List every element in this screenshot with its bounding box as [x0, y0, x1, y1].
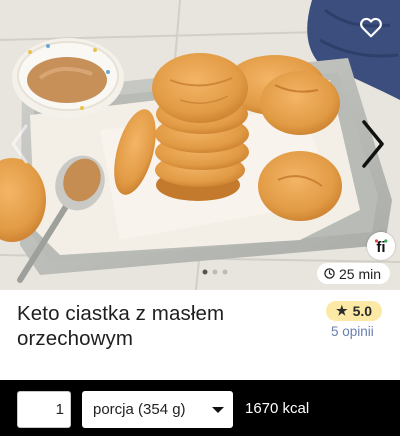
chevron-right-icon[interactable] — [358, 118, 388, 170]
recipe-title: Keto ciastka z masłem orzechowym — [17, 302, 225, 350]
rating-value: 5.0 — [352, 303, 373, 319]
prep-time-badge: 25 min — [317, 263, 391, 284]
caret-down-icon — [212, 407, 224, 413]
clock-icon — [324, 268, 335, 279]
brand-logo: fi — [367, 232, 395, 260]
cookies-photo — [0, 0, 400, 290]
rating-badge: ★ 5.0 — [326, 301, 382, 321]
reviews-link[interactable]: 5 opinii — [331, 324, 374, 339]
recipe-hero-image[interactable]: fi 25 min — [0, 0, 400, 290]
chevron-left-icon[interactable] — [8, 122, 30, 166]
calories-value: 1670 kcal — [245, 400, 310, 417]
quantity-input[interactable]: 1 — [17, 391, 71, 428]
nutrition-bar: 1 porcja (354 g) 1670 kcal — [0, 380, 400, 436]
heart-outline-icon[interactable] — [358, 14, 384, 40]
star-icon: ★ — [335, 303, 348, 318]
portion-select-value: porcja (354 g) — [93, 401, 186, 418]
prep-time-text: 25 min — [339, 265, 382, 282]
portion-select[interactable]: porcja (354 g) — [82, 391, 233, 428]
